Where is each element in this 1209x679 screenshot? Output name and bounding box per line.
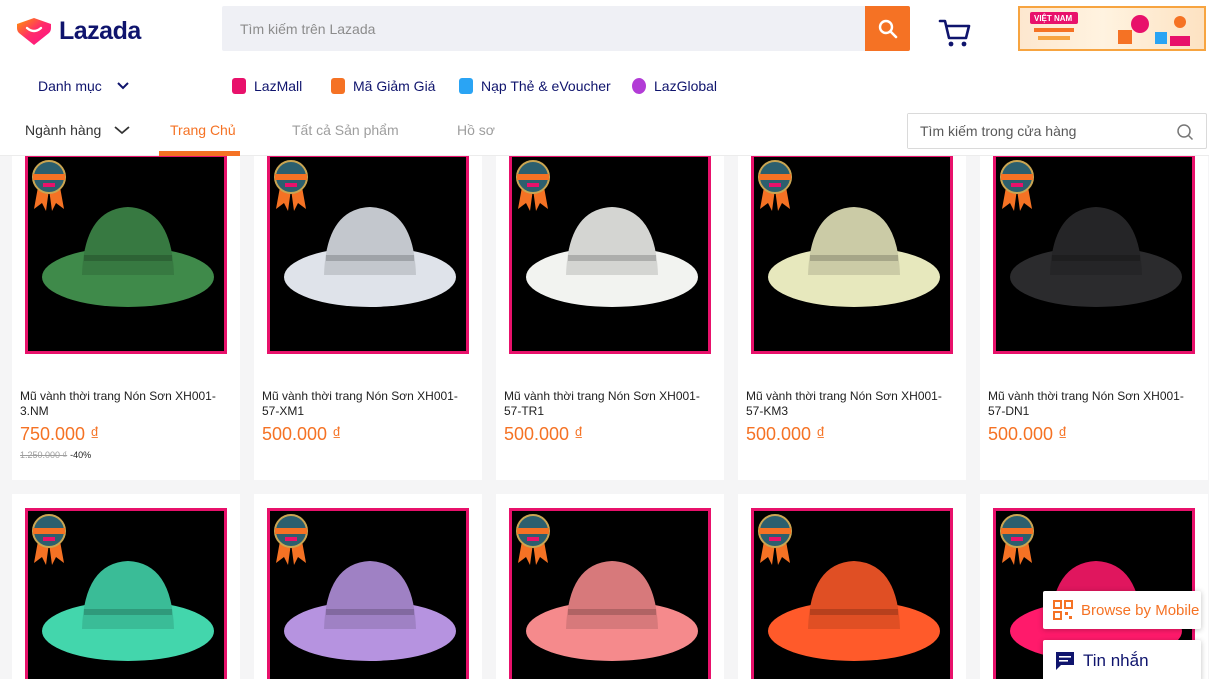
nav-link-label: LazGlobal [654,78,718,94]
tab-profile[interactable]: Hồ sơ [457,122,495,138]
guarantee-badge-icon [32,514,66,565]
product-image[interactable] [267,508,469,679]
promo-banner[interactable]: VIỆT NAM [1018,6,1206,51]
lazada-logo[interactable]: Lazada [17,16,141,46]
product-name[interactable]: Mũ vành thời trang Nón Sơn XH001-57-KM3 [746,389,956,419]
category-nav: Danh mục LazMall Mã Giảm Giá Nạp Thẻ & e… [0,66,1209,108]
search-icon[interactable] [1176,123,1194,141]
search-icon [878,19,897,38]
nav-link-label: LazMall [254,78,303,94]
nav-link-lazmall[interactable]: LazMall [232,78,302,94]
chat-button[interactable]: Tin nhắn [1043,640,1201,679]
product-name[interactable]: Mũ vành thời trang Nón Sơn XH001-57-TR1 [504,389,714,419]
cart-button[interactable] [938,18,972,48]
product-price: 500.000 ₫ [262,424,342,444]
product-image[interactable] [993,156,1195,354]
product-price: 500.000 ₫ [988,424,1068,444]
product-price: 500.000 ₫ [504,424,584,444]
logo-text: Lazada [59,16,141,45]
guarantee-badge-icon [274,514,308,565]
product-image[interactable] [509,508,711,679]
category-menu-button[interactable]: Danh mục [38,78,130,94]
product-card[interactable]: Mũ vành thời trang Nón Sơn XH001-3.NM 750… [12,156,240,480]
browse-by-mobile-label: Browse by Mobile [1081,601,1200,619]
guarantee-badge-icon [516,514,550,565]
nav-link-label: Nạp Thẻ & eVoucher [481,78,611,94]
search-button[interactable] [865,6,910,51]
search-bar [222,6,910,51]
guarantee-badge-icon [1000,514,1034,565]
search-input[interactable] [222,6,862,51]
industry-menu-label: Ngành hàng [25,122,102,138]
product-image[interactable] [25,156,227,354]
store-nav: Ngành hàng Trang Chủ Tất cả Sản phẩm Hồ … [0,108,1209,156]
product-name[interactable]: Mũ vành thời trang Nón Sơn XH001-57-XM1 [262,389,472,419]
nav-link-topup[interactable]: Nạp Thẻ & eVoucher [459,78,611,94]
product-image[interactable] [267,156,469,354]
banner-title: VIỆT NAM [1034,14,1073,23]
industry-menu-button[interactable]: Ngành hàng [25,122,131,138]
top-header: Lazada VIỆT NAM [0,0,1209,66]
guarantee-badge-icon [758,160,792,211]
product-image[interactable] [25,508,227,679]
product-image[interactable] [751,508,953,679]
voucher-icon [331,78,345,94]
nav-link-label: Mã Giảm Giá [353,78,436,94]
chat-label: Tin nhắn [1083,651,1149,670]
phone-card-icon [459,78,473,94]
guarantee-badge-icon [32,160,66,211]
guarantee-badge-icon [758,514,792,565]
guarantee-badge-icon [1000,160,1034,211]
product-card[interactable] [254,494,482,679]
product-image[interactable] [509,156,711,354]
product-price: 750.000 ₫ [20,424,100,444]
nav-link-vouchers[interactable]: Mã Giảm Giá [331,78,435,94]
promo-illustration: VIỆT NAM [1030,12,1190,46]
chevron-down-icon [117,82,129,90]
product-original-price: 1.250.000 ₫ [20,450,68,460]
cart-icon [938,19,971,47]
product-name[interactable]: Mũ vành thời trang Nón Sơn XH001-57-DN1 [988,389,1198,419]
product-grid: Mũ vành thời trang Nón Sơn XH001-3.NM 750… [12,156,1209,679]
product-card[interactable]: Mũ vành thời trang Nón Sơn XH001-57-TR1 5… [496,156,724,480]
product-card[interactable]: Mũ vành thời trang Nón Sơn XH001-57-KM3 5… [738,156,966,480]
nav-link-lazglobal[interactable]: LazGlobal [632,78,717,94]
lazglobal-icon [632,78,646,94]
product-original-price-row: 1.250.000 ₫ -40% [20,450,91,460]
product-price: 500.000 ₫ [746,424,826,444]
product-card[interactable] [12,494,240,679]
tab-all-products[interactable]: Tất cả Sản phẩm [292,122,399,138]
lazmall-icon [232,78,246,94]
guarantee-badge-icon [274,160,308,211]
category-menu-label: Danh mục [38,78,102,94]
product-card[interactable] [738,494,966,679]
product-image[interactable] [751,156,953,354]
browse-by-mobile-button[interactable]: Browse by Mobile [1043,591,1201,629]
product-card[interactable] [496,494,724,679]
product-name[interactable]: Mũ vành thời trang Nón Sơn XH001-3.NM [20,389,230,419]
chevron-down-icon [114,126,130,135]
qr-code-icon [1053,600,1073,620]
tab-home[interactable]: Trang Chủ [170,122,236,138]
product-card[interactable]: Mũ vành thời trang Nón Sơn XH001-57-DN1 5… [980,156,1208,480]
lazada-heart-icon [17,18,51,45]
product-discount: -40% [70,450,92,460]
product-card[interactable]: Mũ vành thời trang Nón Sơn XH001-57-XM1 5… [254,156,482,480]
guarantee-badge-icon [516,160,550,211]
chat-icon [1056,652,1074,670]
store-search-input[interactable] [908,114,1158,148]
store-search [907,113,1207,149]
